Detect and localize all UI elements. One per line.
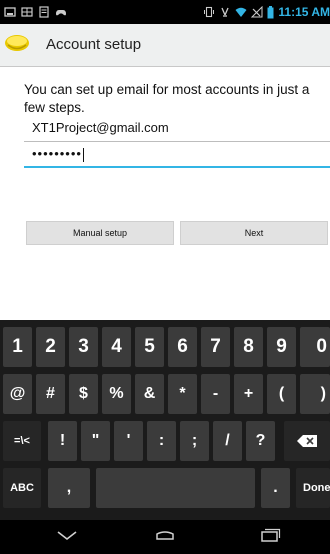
screenshot-icon: [4, 7, 16, 17]
key-double-quote[interactable]: ": [81, 421, 110, 461]
key-8[interactable]: 8: [234, 327, 263, 367]
space-key[interactable]: [96, 468, 255, 508]
key-left-paren[interactable]: (: [267, 374, 296, 414]
key-ampersand[interactable]: &: [135, 374, 164, 414]
key-asterisk[interactable]: *: [168, 374, 197, 414]
key-exclamation[interactable]: !: [48, 421, 77, 461]
key-colon[interactable]: :: [147, 421, 176, 461]
key-minus[interactable]: -: [201, 374, 230, 414]
key-percent[interactable]: %: [102, 374, 131, 414]
vibrate-icon: [204, 6, 215, 18]
email-field[interactable]: XT1Project@gmail.com: [24, 120, 330, 142]
key-4[interactable]: 4: [102, 327, 131, 367]
action-bar: Account setup: [0, 24, 330, 67]
wifi-icon: [235, 7, 247, 17]
backspace-key[interactable]: [284, 421, 330, 461]
key-at[interactable]: @: [3, 374, 32, 414]
key-hash[interactable]: #: [36, 374, 65, 414]
key-6[interactable]: 6: [168, 327, 197, 367]
key-right-paren[interactable]: ): [300, 374, 330, 414]
password-value: •••••••••: [32, 146, 82, 161]
email-app-icon: [5, 35, 29, 51]
intro-text: You can set up email for most accounts i…: [24, 82, 310, 115]
gamepad-icon: [56, 10, 66, 16]
next-button[interactable]: Next: [180, 221, 328, 245]
symbols-keyboard: 1 2 3 4 5 6 7 8 9 0 @ # $ % & * - + ( ) …: [0, 320, 330, 520]
manual-setup-button[interactable]: Manual setup: [26, 221, 174, 245]
key-more-symbols[interactable]: =\<: [3, 421, 41, 461]
key-1[interactable]: 1: [3, 327, 32, 367]
abc-key[interactable]: ABC: [3, 468, 41, 508]
keyboard-status-icon: [21, 7, 33, 17]
done-key[interactable]: Done: [296, 468, 330, 508]
key-3[interactable]: 3: [69, 327, 98, 367]
key-question[interactable]: ?: [246, 421, 275, 461]
key-dollar[interactable]: $: [69, 374, 98, 414]
status-time: 11:15 AM: [278, 5, 330, 19]
back-icon[interactable]: [56, 524, 78, 548]
key-9[interactable]: 9: [267, 327, 296, 367]
key-2[interactable]: 2: [36, 327, 65, 367]
battery-icon: [267, 5, 274, 18]
alarm-icon: [221, 7, 230, 17]
key-apostrophe[interactable]: ': [114, 421, 143, 461]
recent-apps-icon[interactable]: [258, 524, 282, 548]
document-icon: [39, 6, 49, 18]
text-cursor: [82, 147, 84, 162]
key-7[interactable]: 7: [201, 327, 230, 367]
key-0[interactable]: 0: [300, 327, 330, 367]
account-setup-form: You can set up email for most accounts i…: [0, 67, 330, 320]
key-comma[interactable]: ,: [48, 468, 90, 508]
backspace-icon: [297, 435, 317, 447]
email-value: XT1Project@gmail.com: [32, 120, 169, 135]
key-plus[interactable]: +: [234, 374, 263, 414]
key-period[interactable]: .: [261, 468, 290, 508]
key-slash[interactable]: /: [213, 421, 242, 461]
key-5[interactable]: 5: [135, 327, 164, 367]
page-title: Account setup: [46, 36, 142, 53]
password-field[interactable]: •••••••••: [24, 146, 330, 168]
home-icon[interactable]: [152, 524, 178, 548]
no-signal-icon: [251, 6, 263, 18]
navigation-bar: [0, 520, 330, 554]
status-bar: 11:15 AM: [0, 0, 330, 24]
key-semicolon[interactable]: ;: [180, 421, 209, 461]
